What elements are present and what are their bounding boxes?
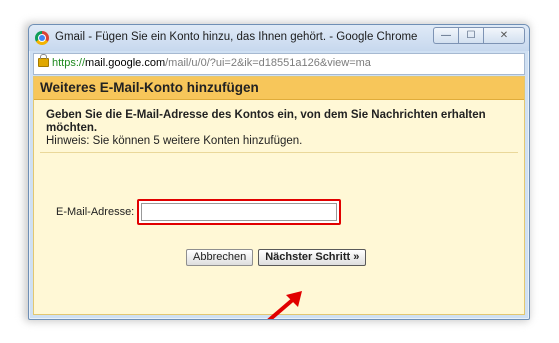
red-arrow-icon	[267, 291, 302, 319]
window-title: Gmail - Fügen Sie ein Konto hinzu, das I…	[55, 31, 418, 43]
url-path: /mail/u/0/?ui=2&ik=d18551a126&view=ma	[165, 57, 371, 69]
email-label: E-Mail-Adresse:	[56, 206, 135, 218]
url-scheme: https://	[52, 57, 86, 69]
email-row: E-Mail-Adresse:	[56, 199, 342, 225]
url-text[interactable]: https://mail.google.com/mail/u/0/?ui=2&i…	[52, 54, 371, 73]
chrome-popup-window: Gmail - Fügen Sie ein Konto hinzu, das I…	[28, 24, 530, 320]
add-account-dialog: Weiteres E-Mail-Konto hinzufügen Geben S…	[33, 76, 525, 319]
instruction-text: Geben Sie die E-Mail-Adresse des Kontos …	[46, 109, 486, 134]
address-bar[interactable]: https://mail.google.com/mail/u/0/?ui=2&i…	[33, 53, 525, 75]
window-controls: — ☐ ✕	[433, 27, 525, 44]
lock-icon	[38, 54, 49, 67]
info-box: Geben Sie die E-Mail-Adresse des Kontos …	[40, 106, 518, 153]
next-step-button[interactable]: Nächster Schritt »	[258, 249, 367, 266]
close-button[interactable]: ✕	[483, 27, 525, 44]
title-bar: Gmail - Fügen Sie ein Konto hinzu, das I…	[29, 25, 529, 51]
email-highlight-box	[137, 199, 342, 225]
hint-text: Hinweis: Sie können 5 weitere Konten hin…	[46, 135, 303, 147]
url-host: mail.google.com	[85, 57, 166, 69]
minimize-button[interactable]: —	[433, 27, 458, 44]
cancel-button[interactable]: Abbrechen	[186, 249, 254, 266]
button-row: Abbrechen Nächster Schritt »	[186, 249, 367, 266]
maximize-button[interactable]: ☐	[458, 27, 483, 44]
chrome-logo-icon	[35, 31, 49, 45]
dialog-title: Weiteres E-Mail-Konto hinzufügen	[34, 77, 524, 100]
email-input[interactable]	[141, 203, 338, 221]
